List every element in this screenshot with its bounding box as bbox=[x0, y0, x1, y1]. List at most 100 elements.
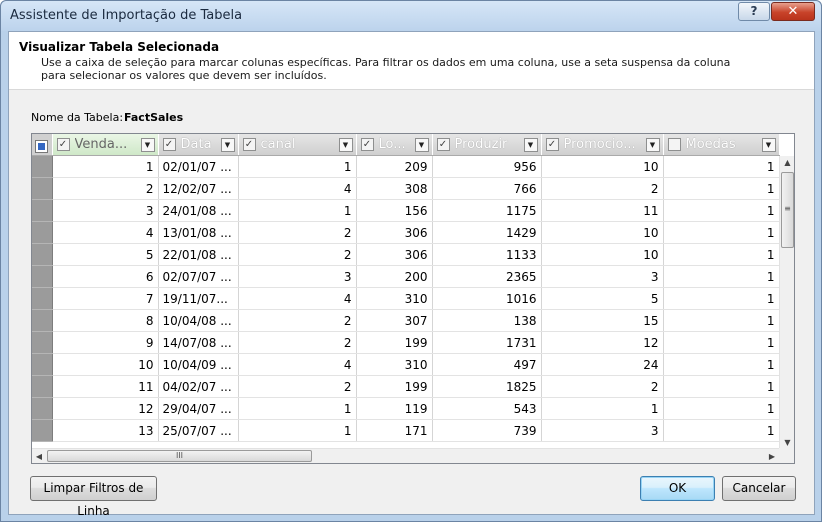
cancel-button[interactable]: Cancelar bbox=[722, 476, 796, 501]
column-header[interactable]: ✓ Venda... ▼ bbox=[52, 134, 159, 156]
dialog-body: Visualizar Tabela Selecionada Use a caix… bbox=[8, 31, 815, 518]
column-label: Moedas bbox=[685, 137, 736, 152]
horizontal-scroll-thumb[interactable]: III bbox=[47, 450, 312, 462]
row-header[interactable] bbox=[32, 309, 53, 332]
column-header[interactable]: ✓ Promocio... ▼ bbox=[541, 134, 664, 156]
table-row[interactable]: 9 14/07/08 ... 2 199 1731 12 1 bbox=[32, 331, 780, 354]
dropdown-arrow-icon[interactable]: ▼ bbox=[523, 137, 538, 152]
table-body: 1 02/01/07 ... 1 209 956 10 1 2 12/02/07 ... 4 308… bbox=[32, 155, 780, 442]
dropdown-arrow-icon[interactable]: ▼ bbox=[220, 137, 235, 152]
table-cell: 25/07/07 ... bbox=[158, 419, 239, 442]
table-cell: 4 bbox=[238, 177, 357, 200]
column-checkbox[interactable]: ✓ bbox=[56, 138, 70, 151]
select-all-cell[interactable] bbox=[32, 134, 53, 156]
clear-row-filters-label: Limpar Filtros de Linha bbox=[43, 481, 144, 518]
table-cell: 3 bbox=[238, 265, 357, 288]
table-cell: 24/01/08 ... bbox=[158, 199, 239, 222]
row-header[interactable] bbox=[32, 265, 53, 288]
table-row[interactable]: 6 02/07/07 ... 3 200 2365 3 1 bbox=[32, 265, 780, 288]
table-cell: 1 bbox=[663, 331, 780, 354]
table-cell: 209 bbox=[356, 155, 433, 178]
table-row[interactable]: 12 29/04/07 ... 1 119 543 1 1 bbox=[32, 397, 780, 420]
import-wizard-window: Assistente de Importação de Tabela ? ✕ V… bbox=[0, 0, 822, 522]
table-cell: 497 bbox=[432, 353, 542, 376]
table-cell: 199 bbox=[356, 331, 433, 354]
row-header[interactable] bbox=[32, 243, 53, 266]
table-cell: 8 bbox=[52, 309, 159, 332]
row-header[interactable] bbox=[32, 419, 53, 442]
table-row[interactable]: 3 24/01/08 ... 1 156 1175 11 1 bbox=[32, 199, 780, 222]
table-cell: 1731 bbox=[432, 331, 542, 354]
column-checkbox[interactable]: ✓ bbox=[545, 138, 559, 151]
dropdown-arrow-icon[interactable]: ▼ bbox=[761, 137, 776, 152]
column-header[interactable]: ✓ Data ▼ bbox=[158, 134, 239, 156]
table-row[interactable]: 2 12/02/07 ... 4 308 766 2 1 bbox=[32, 177, 780, 200]
row-header[interactable] bbox=[32, 155, 53, 178]
ok-button[interactable]: OK bbox=[640, 476, 715, 501]
table-row[interactable]: 8 10/04/08 ... 2 307 138 15 1 bbox=[32, 309, 780, 332]
vertical-scroll-thumb[interactable]: ≡ bbox=[781, 172, 794, 248]
table-cell: 15 bbox=[541, 309, 664, 332]
table-cell: 2 bbox=[541, 375, 664, 398]
dropdown-arrow-icon[interactable]: ▼ bbox=[140, 137, 155, 152]
table-row[interactable]: 13 25/07/07 ... 1 171 739 3 1 bbox=[32, 419, 780, 442]
table-cell: 119 bbox=[356, 397, 433, 420]
cancel-label: Cancelar bbox=[732, 481, 786, 495]
column-checkbox[interactable]: ✓ bbox=[162, 138, 176, 151]
row-header[interactable] bbox=[32, 331, 53, 354]
table-cell: 310 bbox=[356, 287, 433, 310]
table-cell: 1 bbox=[663, 265, 780, 288]
column-checkbox[interactable]: ✓ bbox=[436, 138, 450, 151]
horizontal-scrollbar[interactable]: ◀ III ▶ bbox=[32, 448, 779, 463]
table-row[interactable]: 11 04/02/07 ... 2 199 1825 2 1 bbox=[32, 375, 780, 398]
dropdown-arrow-icon[interactable]: ▼ bbox=[338, 137, 353, 152]
table-cell: 11 bbox=[52, 375, 159, 398]
table-cell: 199 bbox=[356, 375, 433, 398]
column-header[interactable]: ✓ Produzir ▼ bbox=[432, 134, 542, 156]
row-header[interactable] bbox=[32, 199, 53, 222]
table-cell: 19/11/07... bbox=[158, 287, 239, 310]
row-header[interactable] bbox=[32, 353, 53, 376]
vertical-scrollbar[interactable]: ▲ ≡ ▼ bbox=[779, 156, 794, 450]
table-cell: 956 bbox=[432, 155, 542, 178]
table-cell: 1 bbox=[663, 243, 780, 266]
column-header[interactable]: ✓ Lo... ▼ bbox=[356, 134, 433, 156]
table-name-value: FactSales bbox=[124, 111, 184, 124]
table-cell: 156 bbox=[356, 199, 433, 222]
row-header[interactable] bbox=[32, 397, 53, 420]
data-preview-grid[interactable]: ✓ Venda... ▼ ✓ Data ▼ ✓ canal ▼ ✓ Lo... … bbox=[31, 133, 795, 464]
close-button[interactable]: ✕ bbox=[771, 2, 815, 21]
row-header[interactable] bbox=[32, 287, 53, 310]
row-header[interactable] bbox=[32, 375, 53, 398]
help-button[interactable]: ? bbox=[738, 2, 770, 21]
row-header[interactable] bbox=[32, 177, 53, 200]
table-cell: 12 bbox=[52, 397, 159, 420]
table-row[interactable]: 10 10/04/09 ... 4 310 497 24 1 bbox=[32, 353, 780, 376]
column-header[interactable]: ✓ canal ▼ bbox=[238, 134, 357, 156]
table-cell: 10 bbox=[541, 221, 664, 244]
scroll-right-arrow-icon[interactable]: ▶ bbox=[765, 449, 779, 463]
column-header[interactable]: Moedas ▼ bbox=[663, 134, 780, 156]
table-row[interactable]: 7 19/11/07... 4 310 1016 5 1 bbox=[32, 287, 780, 310]
title-bar[interactable]: Assistente de Importação de Tabela ? ✕ bbox=[1, 1, 821, 31]
table-cell: 1133 bbox=[432, 243, 542, 266]
table-cell: 1 bbox=[663, 287, 780, 310]
table-row[interactable]: 4 13/01/08 ... 2 306 1429 10 1 bbox=[32, 221, 780, 244]
table-row[interactable]: 5 22/01/08 ... 2 306 1133 10 1 bbox=[32, 243, 780, 266]
row-header[interactable] bbox=[32, 221, 53, 244]
dropdown-arrow-icon[interactable]: ▼ bbox=[414, 137, 429, 152]
table-cell: 12 bbox=[541, 331, 664, 354]
dropdown-arrow-icon[interactable]: ▼ bbox=[645, 137, 660, 152]
column-checkbox[interactable] bbox=[667, 138, 681, 151]
column-checkbox[interactable]: ✓ bbox=[242, 138, 256, 151]
table-row[interactable]: 1 02/01/07 ... 1 209 956 10 1 bbox=[32, 155, 780, 178]
table-cell: 12/02/07 ... bbox=[158, 177, 239, 200]
clear-row-filters-button[interactable]: Limpar Filtros de Linha bbox=[30, 476, 157, 518]
column-label: Venda... bbox=[74, 137, 128, 152]
scroll-left-arrow-icon[interactable]: ◀ bbox=[32, 449, 46, 463]
table-cell: 1 bbox=[663, 155, 780, 178]
scroll-up-arrow-icon[interactable]: ▲ bbox=[781, 156, 794, 170]
select-all-icon[interactable] bbox=[35, 140, 48, 153]
column-checkbox[interactable]: ✓ bbox=[360, 138, 374, 151]
table-cell: 29/04/07 ... bbox=[158, 397, 239, 420]
